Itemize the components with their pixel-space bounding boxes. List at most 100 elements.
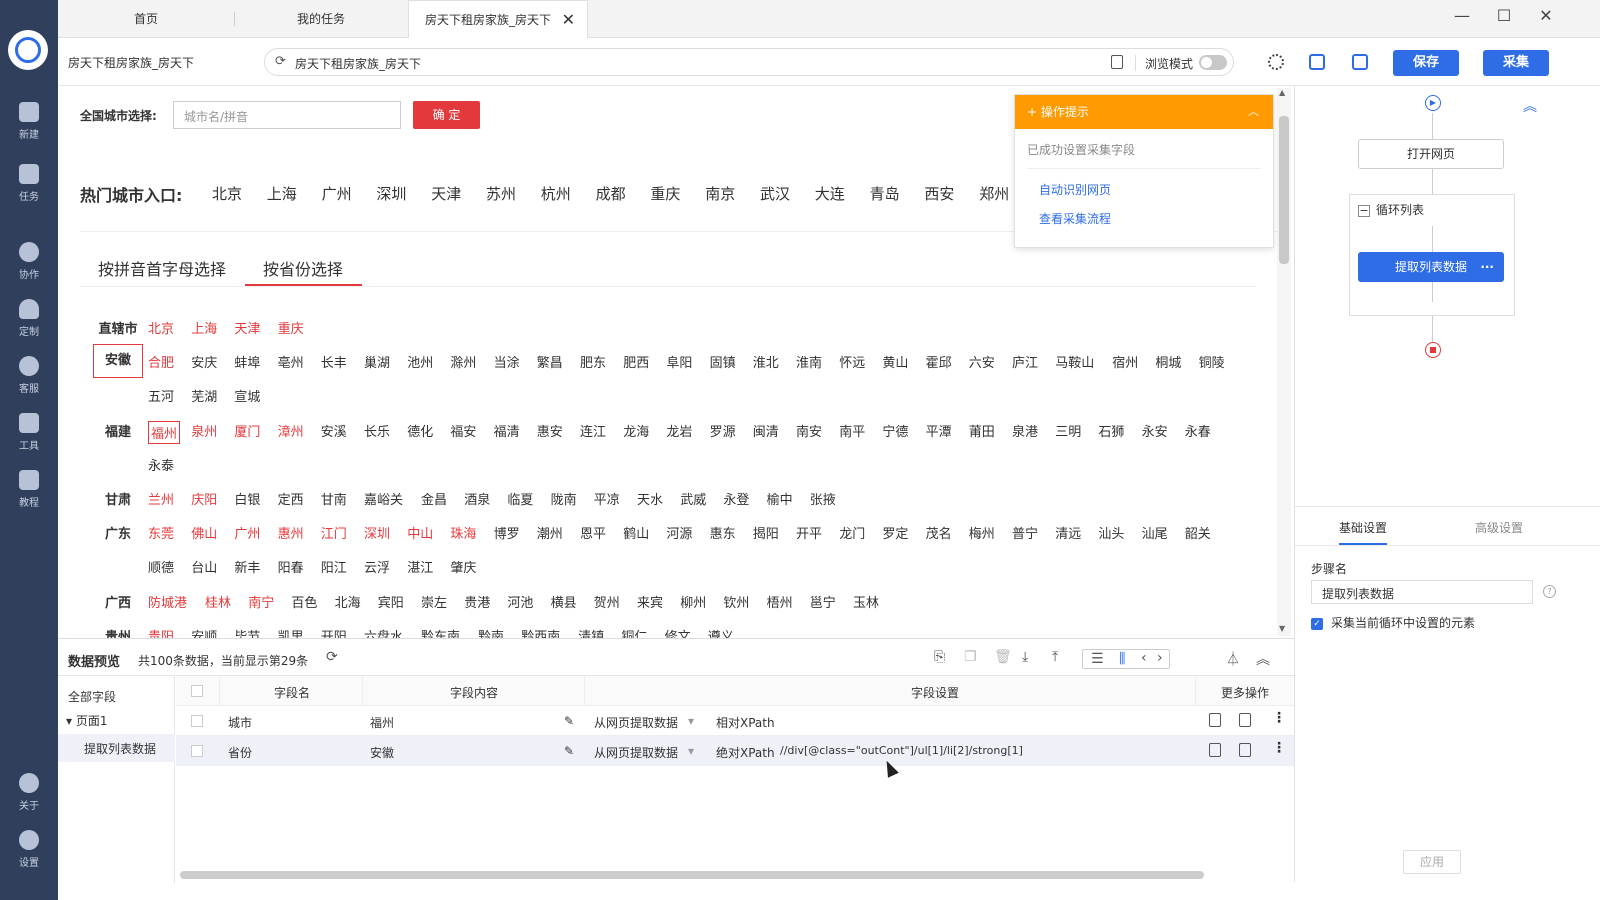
province-label[interactable]: 安徽 — [93, 344, 143, 379]
page-node[interactable]: ▾ 页面1 — [66, 712, 107, 729]
collapse-up-icon[interactable]: ︽ — [1256, 649, 1270, 669]
city-link[interactable]: 东莞 — [148, 523, 174, 542]
city-link[interactable]: 芜湖 — [191, 386, 217, 405]
tab-active[interactable]: 房天下租房家族_房天下 ✕ — [408, 0, 588, 39]
city-search-input[interactable]: 城市名/拼音 — [173, 101, 401, 129]
city-link[interactable]: 北海 — [335, 592, 361, 611]
city-link[interactable]: 永春 — [1185, 421, 1211, 440]
city-link[interactable]: 怀远 — [839, 352, 865, 371]
city-link[interactable]: 修文 — [665, 626, 691, 638]
city-link[interactable]: 遵义 — [708, 626, 734, 638]
city-link[interactable]: 阳江 — [321, 557, 347, 576]
city-link[interactable]: 黔南 — [478, 626, 504, 638]
city-link[interactable]: 龙岩 — [666, 421, 692, 440]
confirm-button[interactable]: 确 定 — [413, 101, 480, 129]
city-link[interactable]: 汕头 — [1098, 523, 1124, 542]
hot-city-link[interactable]: 青岛 — [870, 183, 900, 204]
delete-icon[interactable] — [1209, 713, 1221, 727]
city-link[interactable]: 贵阳 — [148, 626, 174, 638]
collapse-minus-icon[interactable]: − — [1358, 205, 1370, 217]
city-link[interactable]: 北京 — [148, 318, 174, 337]
city-link[interactable]: 永安 — [1142, 421, 1168, 440]
sidebar-item-tasks[interactable]: 任务 — [0, 164, 58, 212]
city-link[interactable]: 马鞍山 — [1055, 352, 1094, 371]
city-link[interactable]: 厦门 — [234, 421, 260, 440]
save-button[interactable]: 保存 — [1393, 50, 1459, 76]
city-link[interactable]: 黄山 — [882, 352, 908, 371]
city-link[interactable]: 六安 — [969, 352, 995, 371]
sidebar-item-collab[interactable]: 协作 — [0, 242, 58, 290]
city-link[interactable]: 清镇 — [578, 626, 604, 638]
city-link[interactable]: 福安 — [450, 421, 476, 440]
all-fields[interactable]: 全部字段 — [68, 688, 116, 705]
city-link[interactable]: 合肥 — [148, 352, 174, 371]
hot-city-link[interactable]: 北京 — [212, 183, 242, 204]
city-link[interactable]: 惠州 — [278, 523, 304, 542]
city-link[interactable]: 临夏 — [507, 489, 533, 508]
field-name[interactable]: 省份 — [228, 744, 252, 761]
edit-icon[interactable]: ✎ — [564, 714, 574, 728]
code-icon[interactable] — [1239, 743, 1251, 757]
city-link[interactable]: 深圳 — [364, 523, 390, 542]
window-close-button[interactable]: ✕ — [1534, 6, 1558, 25]
city-link[interactable]: 永登 — [723, 489, 749, 508]
city-link[interactable]: 南平 — [839, 421, 865, 440]
city-link[interactable]: 平凉 — [594, 489, 620, 508]
city-link[interactable]: 张掖 — [810, 489, 836, 508]
city-link[interactable]: 南宁 — [248, 592, 274, 611]
hot-city-link[interactable]: 苏州 — [486, 183, 516, 204]
settings-gear-icon[interactable] — [1268, 54, 1284, 70]
city-link[interactable]: 佛山 — [191, 523, 217, 542]
city-link[interactable]: 惠安 — [537, 421, 563, 440]
city-link[interactable]: 江门 — [321, 523, 347, 542]
scroll-thumb[interactable] — [1279, 116, 1289, 264]
city-link[interactable]: 闽清 — [753, 421, 779, 440]
city-link[interactable]: 黔东南 — [421, 626, 460, 638]
city-link[interactable]: 阜阳 — [666, 352, 692, 371]
city-link[interactable]: 六盘水 — [364, 626, 403, 638]
city-link[interactable]: 五河 — [148, 386, 174, 405]
city-link[interactable]: 中山 — [407, 523, 433, 542]
city-link[interactable]: 梅州 — [969, 523, 995, 542]
city-link[interactable]: 肥东 — [580, 352, 606, 371]
sidebar-item-new[interactable]: 新建 — [0, 102, 58, 150]
document-icon[interactable] — [1111, 55, 1123, 69]
city-link[interactable]: 庆阳 — [191, 489, 217, 508]
stop-icon[interactable] — [1425, 342, 1441, 358]
sidebar-item-about[interactable]: 关于 — [0, 773, 58, 821]
apply-button[interactable]: 应用 — [1403, 850, 1461, 874]
extract-list-item[interactable]: 提取列表数据 — [58, 734, 175, 762]
url-bar[interactable]: ⟳ 房天下租房家族_房天下 浏览模式 — [264, 48, 1234, 76]
city-link[interactable]: 兰州 — [148, 489, 174, 508]
city-link[interactable]: 博罗 — [494, 523, 520, 542]
city-link[interactable]: 宣城 — [234, 386, 260, 405]
city-link[interactable]: 天水 — [637, 489, 663, 508]
hot-city-link[interactable]: 郑州 — [979, 183, 1009, 204]
city-link[interactable]: 韶关 — [1185, 523, 1211, 542]
city-link[interactable]: 安顺 — [191, 626, 217, 638]
province-label[interactable]: 广东 — [98, 523, 138, 542]
city-link[interactable]: 三明 — [1055, 421, 1081, 440]
city-link[interactable]: 湛江 — [407, 557, 433, 576]
province-label[interactable]: 直辖市 — [98, 318, 138, 337]
sidebar-item-support[interactable]: 客服 — [0, 356, 58, 404]
city-link[interactable]: 武威 — [680, 489, 706, 508]
scroll-down-icon[interactable]: ▼ — [1279, 624, 1285, 633]
hot-city-link[interactable]: 杭州 — [541, 183, 571, 204]
download-icon[interactable]: ⤓ — [1022, 649, 1028, 665]
sidebar-item-custom[interactable]: 定制 — [0, 299, 58, 347]
collapse-up-icon[interactable]: ︽ — [1523, 96, 1537, 116]
caret-down-icon[interactable]: ▾ — [66, 714, 76, 728]
hot-city-link[interactable]: 武汉 — [760, 183, 790, 204]
city-link[interactable]: 横县 — [551, 592, 577, 611]
next-icon[interactable]: › — [1157, 650, 1163, 666]
city-link[interactable]: 防城港 — [148, 592, 187, 611]
dropdown-arrow-icon[interactable]: ▾ — [688, 744, 694, 758]
code-icon[interactable] — [1239, 713, 1251, 727]
column-view-icon[interactable]: ⫼ — [1119, 651, 1125, 667]
hint-header[interactable]: + 操作提示 ︿ — [1015, 95, 1273, 129]
city-link[interactable]: 亳州 — [278, 352, 304, 371]
city-link[interactable]: 福清 — [494, 421, 520, 440]
city-link[interactable]: 罗定 — [882, 523, 908, 542]
hot-city-link[interactable]: 深圳 — [376, 183, 406, 204]
